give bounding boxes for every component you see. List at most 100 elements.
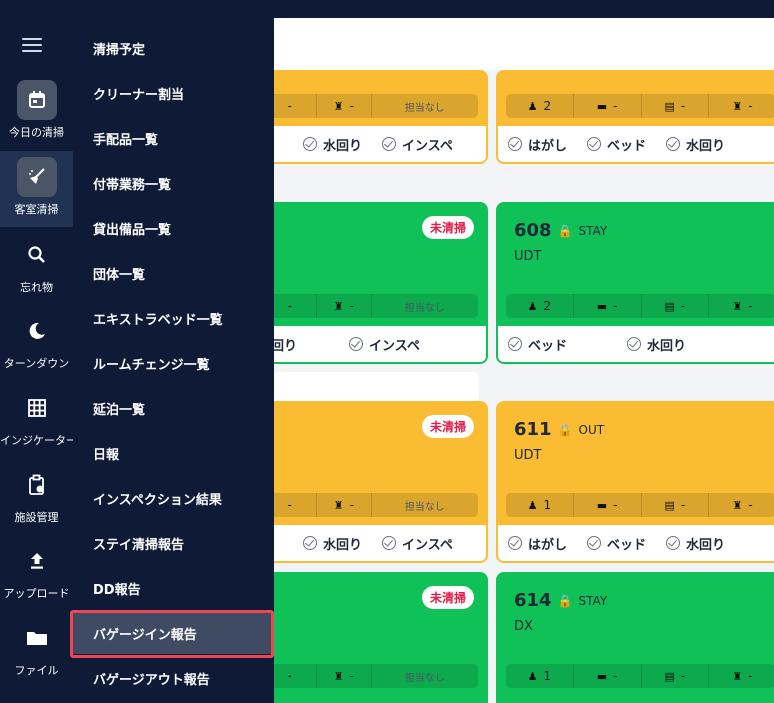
trophy-icon: ♜ — [732, 299, 743, 313]
calendar-icon — [16, 80, 57, 120]
check-circle-icon — [508, 337, 522, 351]
drawer-menu: 清掃予定 クリーナー割当 手配品一覧 付帯業務一覧 貸出備品一覧 団体一覧 エキ… — [73, 18, 274, 703]
check-circle-icon — [508, 536, 522, 550]
check-water[interactable]: 水回り — [627, 335, 686, 354]
menu-item-room-changes[interactable]: ルームチェンジ一覧 — [73, 341, 274, 386]
room-card-611[interactable]: 611 🔒 OUT UDT ♟ 1 ▬ - ▤ - ♜ - はがし ベッド 水回り — [496, 401, 774, 563]
card-checklist: 水回り インスペ — [273, 126, 486, 162]
rail-item-files[interactable]: ファイル — [0, 618, 73, 678]
check-water[interactable]: 水回り — [666, 534, 725, 553]
menu-item-groups[interactable]: 団体一覧 — [73, 251, 274, 296]
top-band — [0, 0, 774, 18]
room-stats: ♟ 2 ▬ - ▤ - ♜ - — [506, 94, 774, 118]
room-card-608[interactable]: 608 🔒 STAY UDT ♟ 2 ▬ - ▤ - ♜ - ベッド 水回り — [496, 202, 774, 364]
room-number: 608 🔒 STAY — [514, 220, 608, 241]
room-stats: - ♜ - 担当なし — [273, 493, 478, 517]
menu-item-rental-equipment[interactable]: 貸出備品一覧 — [73, 206, 274, 251]
check-hagashi[interactable]: はがし — [508, 135, 567, 154]
rail-item-lost-items[interactable]: 忘れ物 — [0, 235, 73, 295]
rail-item-facility[interactable]: 施設管理 — [0, 465, 73, 525]
search-icon — [17, 235, 57, 275]
broom-icon — [16, 157, 57, 197]
trophy-icon: ♜ — [732, 498, 743, 512]
doc-icon: ▤ — [664, 669, 675, 683]
folder-icon — [17, 618, 57, 658]
room-card[interactable]: 未清掃 - ♜ - 担当なし 回り インスペ — [273, 202, 488, 364]
menu-item-ancillary-tasks[interactable]: 付帯業務一覧 — [73, 161, 274, 206]
icon-rail: 今日の清掃 客室清掃 忘れ物 ターンダウン インジケーター 施設管理 アップロー… — [0, 0, 73, 703]
menu-item-extra-beds[interactable]: エキストラベッド一覧 — [73, 296, 274, 341]
check-circle-icon — [627, 337, 642, 351]
room-stats: - ♜ - 担当なし — [273, 664, 478, 688]
room-type: UDT — [514, 448, 542, 463]
menu-item-cleaning-schedule[interactable]: 清掃予定 — [73, 26, 274, 71]
lock-icon: 🔒 — [557, 223, 573, 238]
room-stats: ♟ 1 ▬ - ▤ - ♜ - — [506, 493, 774, 517]
room-card[interactable]: 未清掃 - ♜ - 担当なし 水回り インスペ — [273, 401, 488, 563]
doc-icon: ▤ — [664, 498, 675, 512]
app-root: - ♜ - 担当なし 水回り インスペ ♟ 2 ▬ - ▤ - ♜ - はがし ベッド 水… — [0, 0, 774, 703]
check-water[interactable]: 水回り — [303, 534, 362, 553]
menu-item-baggage-out-report[interactable]: バゲージアウト報告 — [73, 656, 274, 701]
check-water[interactable]: 回り — [273, 335, 297, 354]
hamburger-menu-icon[interactable] — [22, 38, 42, 52]
check-circle-icon — [587, 137, 602, 151]
menu-item-arrangements[interactable]: 手配品一覧 — [73, 116, 274, 161]
uncleaned-badge: 未清掃 — [421, 415, 474, 438]
room-card-614[interactable]: 614 🔒 STAY DX ♟ 1 ▬ - ▤ - ♜ - — [496, 572, 774, 703]
check-circle-icon — [666, 536, 681, 550]
trophy-icon: ♜ — [333, 299, 344, 313]
menu-item-daily-report[interactable]: 日報 — [73, 431, 274, 476]
bed-icon: ▬ — [596, 299, 608, 313]
room-type: DX — [514, 619, 533, 634]
card-checklist: 水回り インスペ — [273, 525, 486, 561]
room-number: 614 🔒 STAY — [514, 590, 608, 611]
room-card[interactable]: 未清掃 - ♜ - 担当なし — [273, 572, 488, 703]
check-circle-icon — [508, 137, 522, 151]
room-number: 611 🔒 OUT — [514, 419, 605, 440]
menu-item-inspection-results[interactable]: インスペクション結果 — [73, 476, 274, 521]
check-bed[interactable]: ベッド — [587, 135, 646, 154]
check-hagashi[interactable]: はがし — [508, 534, 567, 553]
doc-icon: ▤ — [664, 99, 675, 113]
person-icon: ♟ — [527, 498, 538, 512]
menu-item-cleaner-assign[interactable]: クリーナー割当 — [73, 71, 274, 116]
check-water[interactable]: 水回り — [303, 135, 362, 154]
uncleaned-badge: 未清掃 — [421, 216, 474, 239]
room-card[interactable]: - ♜ - 担当なし 水回り インスペ — [273, 70, 488, 164]
moon-icon — [17, 311, 57, 351]
trophy-icon: ♜ — [333, 99, 344, 113]
check-inspect[interactable]: インスペ — [349, 335, 420, 354]
doc-icon: ▤ — [664, 299, 675, 313]
check-circle-icon — [303, 137, 317, 151]
check-circle-icon — [349, 337, 364, 351]
bed-icon: ▬ — [596, 99, 608, 113]
section-divider — [273, 372, 479, 402]
upload-icon — [17, 541, 57, 581]
rail-item-upload[interactable]: アップロード — [0, 541, 73, 601]
person-icon: ♟ — [527, 99, 538, 113]
check-water[interactable]: 水回り — [666, 135, 725, 154]
grid-icon — [17, 388, 57, 428]
check-bed[interactable]: ベッド — [587, 534, 646, 553]
check-inspect[interactable]: インスペ — [382, 135, 453, 154]
room-card[interactable]: ♟ 2 ▬ - ▤ - ♜ - はがし ベッド 水回り — [496, 70, 774, 164]
menu-item-stay-cleaning-report[interactable]: ステイ清掃報告 — [73, 521, 274, 566]
check-inspect[interactable]: インスペ — [382, 534, 453, 553]
rail-item-turndown[interactable]: ターンダウン — [0, 311, 73, 371]
clipboard-icon — [17, 465, 57, 505]
trophy-icon: ♜ — [732, 669, 743, 683]
lock-icon: 🔒 — [557, 422, 573, 437]
menu-item-dd-report[interactable]: DD報告 — [73, 566, 274, 611]
trophy-icon: ♜ — [333, 498, 344, 512]
menu-item-extended-stays[interactable]: 延泊一覧 — [73, 386, 274, 431]
lock-icon: 🔒 — [557, 593, 573, 608]
menu-item-baggage-in-report[interactable]: バゲージイン報告 — [73, 612, 274, 654]
rail-item-indicator[interactable]: インジケーター — [0, 388, 73, 448]
room-stats: ♟ 1 ▬ - ▤ - ♜ - — [506, 664, 774, 688]
rail-item-room-cleaning[interactable]: 客室清掃 — [0, 151, 73, 227]
check-circle-icon — [587, 536, 602, 550]
check-bed[interactable]: ベッド — [508, 335, 567, 354]
check-circle-icon — [303, 536, 317, 550]
rail-item-today-cleaning[interactable]: 今日の清掃 — [0, 80, 73, 148]
